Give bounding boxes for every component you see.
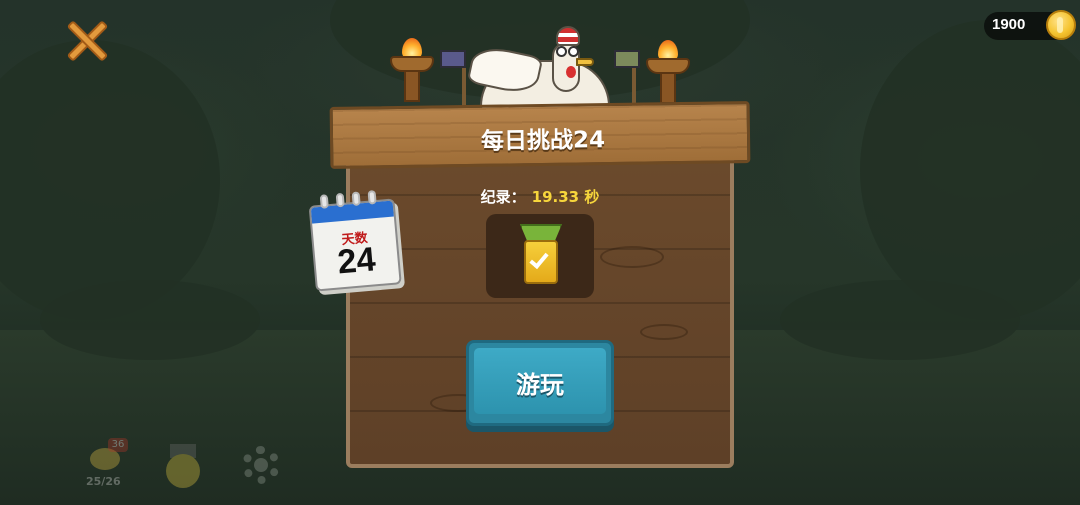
chicken-mascot: [466, 20, 620, 114]
calendar-ring: [319, 194, 329, 209]
play-button-label: 游玩: [516, 371, 564, 399]
medal-icon[interactable]: [164, 444, 202, 490]
calendar-icon: 天数 24: [308, 190, 402, 293]
reward-slot: [486, 214, 594, 298]
chicken-beak: [576, 58, 594, 66]
chicken-hat: [556, 26, 580, 46]
medal-coin: [166, 454, 200, 488]
title-plank: 每日挑战24: [329, 101, 751, 169]
wood-knot: [640, 324, 688, 340]
record-value: 19.33 秒: [531, 188, 600, 206]
gear-hub: [254, 458, 268, 472]
gear-icon[interactable]: [242, 446, 280, 484]
background-bush: [40, 280, 260, 360]
wood-knot: [600, 246, 664, 268]
background-tree: [860, 20, 1080, 320]
chicken-count: 25/26: [86, 475, 121, 488]
record-label: 纪录：: [480, 188, 526, 206]
torch-icon: [390, 38, 434, 102]
calendar-ring: [351, 191, 361, 207]
play-button[interactable]: 游玩: [466, 340, 614, 426]
background-tree: [0, 40, 220, 320]
calendar-ring: [367, 190, 377, 205]
flag-icon: [440, 50, 466, 68]
chicken-badge: 36: [108, 438, 128, 452]
coin-counter: 1900: [984, 10, 1076, 40]
coin-count: 1900: [992, 16, 1026, 33]
chicken-eye: [568, 46, 579, 57]
record-row: 纪录： 19.33 秒: [346, 186, 734, 207]
challenge-title: 每日挑战24: [480, 127, 606, 155]
calendar-day: 24: [336, 240, 378, 282]
torch-stem: [404, 70, 420, 102]
close-button[interactable]: [64, 18, 110, 64]
chicken-eye: [556, 46, 567, 57]
calendar-ring: [335, 192, 345, 208]
calendar-page: 天数 24: [308, 198, 402, 292]
torch-icon: [646, 40, 690, 104]
chicken-wattle: [566, 66, 576, 78]
torch-stem: [660, 72, 676, 104]
coin-icon: [1046, 10, 1076, 40]
medal-check-icon: [520, 224, 562, 286]
background-bush: [780, 280, 1020, 360]
